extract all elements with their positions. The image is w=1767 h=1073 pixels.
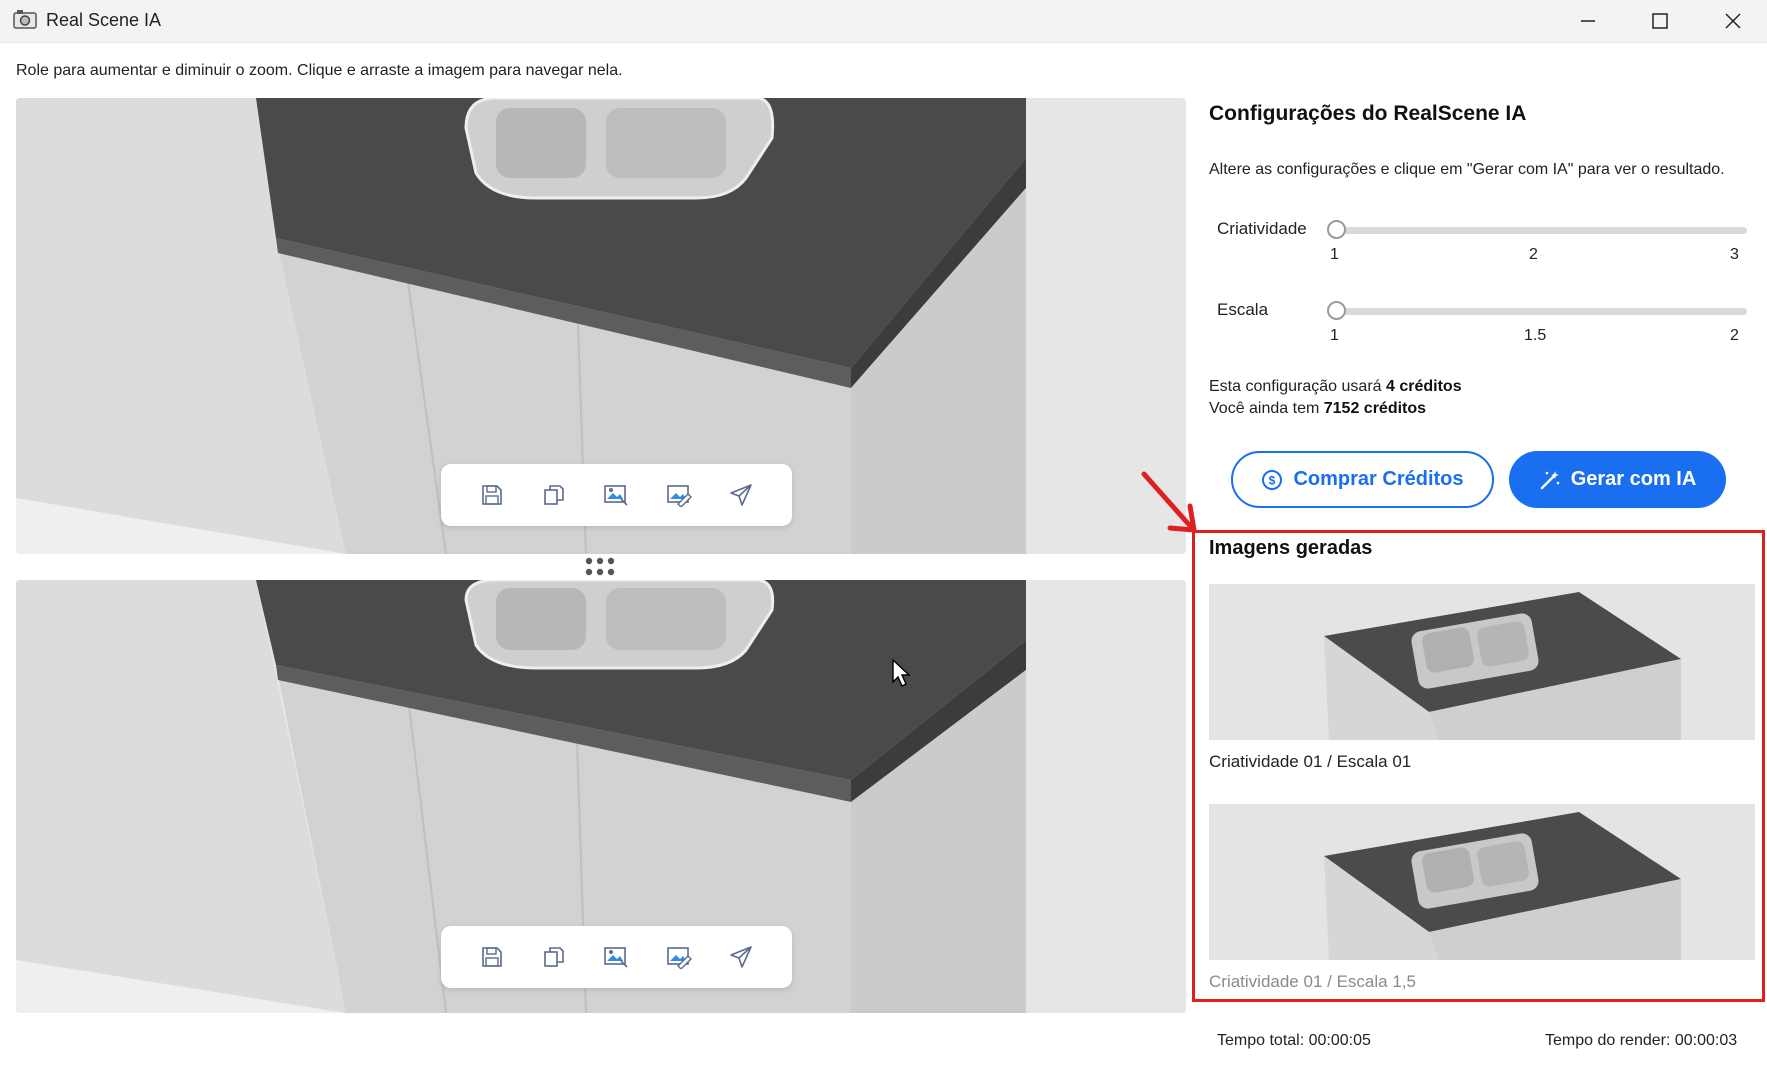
credits-balance-value: 7152 créditos <box>1323 400 1427 417</box>
title-bar: Real Scene IA <box>0 0 1767 43</box>
generated-image <box>1209 804 1755 960</box>
image-compare-icon[interactable] <box>601 480 631 510</box>
magic-wand-icon <box>1540 470 1559 489</box>
maximize-button[interactable] <box>1625 0 1695 42</box>
generated-image-caption: Criatividade 01 / Escala 1,5 <box>1209 972 1416 991</box>
credits-usage-value: 4 créditos <box>1386 378 1462 395</box>
maximize-icon <box>1652 13 1668 29</box>
scale-label: Escala <box>1217 300 1269 319</box>
creativity-tick: 3 <box>1730 246 1739 263</box>
generated-image-thumbnail[interactable] <box>1209 804 1755 960</box>
creativity-tick: 2 <box>1529 246 1538 263</box>
scale-tick: 1.5 <box>1524 327 1547 344</box>
image-toolbar-bottom <box>441 926 792 988</box>
generated-image-caption: Criatividade 01 / Escala 01 <box>1209 752 1412 771</box>
coin-icon: $ <box>1262 469 1283 490</box>
creativity-label: Criatividade <box>1217 219 1307 238</box>
generate-ai-label: Gerar com IA <box>1570 468 1697 490</box>
creativity-slider[interactable] <box>1335 227 1747 234</box>
copy-icon[interactable] <box>539 480 569 510</box>
credits-balance: Você ainda tem 7152 créditos <box>1209 400 1426 418</box>
scale-tick: 2 <box>1730 327 1739 344</box>
generate-ai-button[interactable]: Gerar com IA <box>1509 451 1726 508</box>
generated-image <box>1209 584 1755 740</box>
minimize-button[interactable] <box>1553 0 1623 42</box>
svg-text:$: $ <box>1269 473 1276 487</box>
settings-title: Configurações do RealScene IA <box>1209 102 1527 125</box>
render-time: Tempo do render: 00:00:03 <box>1545 1032 1738 1049</box>
image-edit-icon[interactable] <box>664 480 694 510</box>
split-drag-handle-icon[interactable] <box>584 556 616 578</box>
image-edit-icon[interactable] <box>664 942 694 972</box>
buy-credits-button[interactable]: $ Comprar Créditos <box>1231 451 1494 508</box>
scale-slider-thumb[interactable] <box>1327 301 1346 320</box>
creativity-slider-thumb[interactable] <box>1327 220 1346 239</box>
image-compare-icon[interactable] <box>601 942 631 972</box>
credits-usage: Esta configuração usará 4 créditos <box>1209 378 1462 396</box>
scale-slider[interactable] <box>1335 308 1747 315</box>
close-icon <box>1725 13 1741 29</box>
credits-usage-prefix: Esta configuração usará <box>1209 378 1382 395</box>
generated-image-thumbnail[interactable] <box>1209 584 1755 740</box>
image-toolbar-top <box>441 464 792 526</box>
save-icon[interactable] <box>477 942 507 972</box>
send-icon[interactable] <box>726 942 756 972</box>
settings-description: Altere as configurações e clique em "Ger… <box>1209 161 1725 178</box>
original-render-viewport[interactable] <box>16 98 1186 554</box>
scale-tick: 1 <box>1330 327 1339 344</box>
close-button[interactable] <box>1698 0 1767 42</box>
zoom-instructions: Role para aumentar e diminuir o zoom. Cl… <box>16 62 623 79</box>
ai-result-viewport[interactable] <box>16 580 1186 1013</box>
total-time: Tempo total: 00:00:05 <box>1217 1032 1371 1049</box>
save-icon[interactable] <box>477 480 507 510</box>
annotation-arrow-icon <box>1141 471 1197 533</box>
send-icon[interactable] <box>726 480 756 510</box>
camera-icon <box>13 10 37 29</box>
creativity-tick: 1 <box>1330 246 1339 263</box>
minimize-icon <box>1581 20 1595 22</box>
copy-icon[interactable] <box>539 942 569 972</box>
buy-credits-label: Comprar Créditos <box>1293 468 1464 490</box>
credits-balance-prefix: Você ainda tem <box>1209 400 1320 417</box>
mouse-cursor-icon <box>892 658 911 687</box>
generated-images-title: Imagens geradas <box>1209 537 1373 559</box>
window-title: Real Scene IA <box>46 10 162 30</box>
